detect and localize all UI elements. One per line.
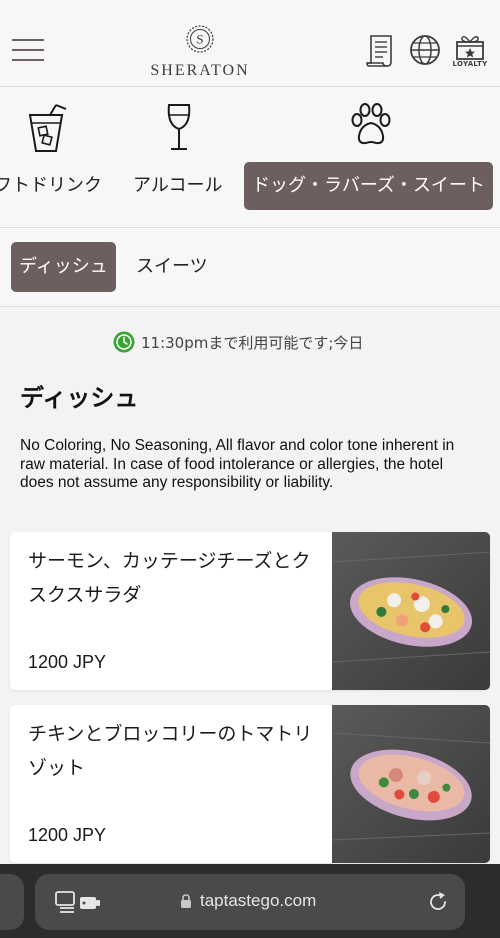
- sheraton-logo-icon: S: [186, 25, 214, 53]
- category-label: ドッグ・ラバーズ・スイート: [244, 162, 493, 210]
- chicken-risotto-photo: [332, 705, 490, 863]
- brand-name: SHERATON: [150, 62, 250, 79]
- loyalty-gift-icon[interactable]: [455, 34, 485, 60]
- receipt-icon[interactable]: [365, 34, 397, 68]
- url-display[interactable]: taptastego.com: [180, 891, 316, 911]
- availability-notice: 11:30pmまで利用可能です;今日: [113, 330, 363, 354]
- menu-icon[interactable]: [12, 37, 44, 63]
- site-header: S SHERATON LOYALTY: [0, 0, 500, 87]
- menu-item-name: サーモン、カッテージチーズとクスクスサラダ: [28, 550, 311, 606]
- section-title: ディッシュ: [20, 384, 139, 412]
- loyalty-label: LOYALTY: [452, 60, 488, 68]
- globe-icon[interactable]: [409, 34, 441, 66]
- section-notice: No Coloring, No Seasoning, All flavor an…: [20, 437, 455, 491]
- svg-text:S: S: [196, 32, 203, 47]
- lock-icon: [181, 894, 191, 908]
- menu-item-price: 1200 JPY: [28, 825, 107, 845]
- brand-logo[interactable]: S SHERATON: [140, 24, 260, 80]
- wine-glass-icon: [167, 104, 191, 150]
- page-settings-icon[interactable]: [55, 891, 103, 913]
- category-tab-soft-drink[interactable]: フトドリンク: [0, 87, 120, 227]
- address-bar[interactable]: taptastego.com: [35, 874, 465, 930]
- menu-item-card[interactable]: チキンとブロッコリーのトマトリゾット 1200 JPY: [10, 705, 490, 863]
- category-tab-dog-lovers-suite[interactable]: ドッグ・ラバーズ・スイート: [244, 87, 500, 227]
- paw-icon: [351, 103, 391, 145]
- salmon-salad-photo: [332, 532, 490, 690]
- availability-text: 11:30pmまで利用可能です;今日: [141, 333, 364, 352]
- menu-item-price: 1200 JPY: [28, 652, 107, 672]
- clock-icon: [113, 331, 135, 353]
- url-text: taptastego.com: [200, 891, 317, 910]
- category-tabs: フトドリンク アルコール ドッグ・ラバーズ・スイート: [0, 87, 500, 228]
- reload-icon[interactable]: [427, 891, 449, 913]
- category-label: アルコール: [133, 175, 223, 196]
- subtab-dishes[interactable]: ディッシュ: [11, 242, 116, 292]
- previous-tab-button[interactable]: [0, 874, 24, 930]
- soft-drink-icon: [28, 104, 67, 152]
- browser-toolbar: taptastego.com: [0, 864, 500, 938]
- menu-item-card[interactable]: サーモン、カッテージチーズとクスクスサラダ 1200 JPY: [10, 532, 490, 690]
- category-label: フトドリンク: [0, 175, 102, 196]
- category-tab-alcohol[interactable]: アルコール: [128, 87, 232, 227]
- subtab-sweets[interactable]: スイーツ: [136, 242, 208, 292]
- subcategory-tabs: ディッシュ スイーツ: [0, 228, 500, 307]
- menu-item-name: チキンとブロッコリーのトマトリゾット: [28, 723, 313, 779]
